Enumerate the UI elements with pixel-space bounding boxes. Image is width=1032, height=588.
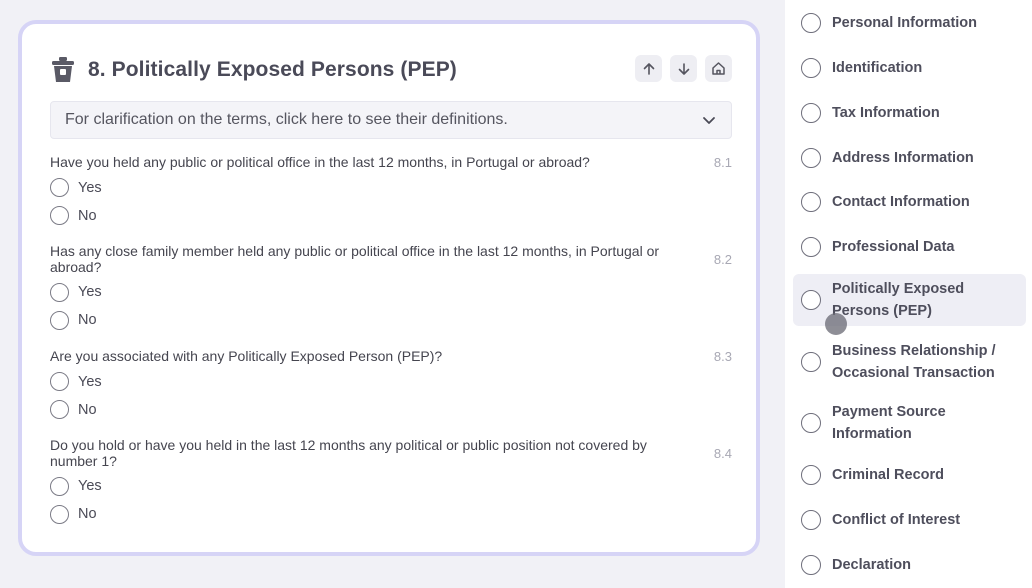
question-text: Do you hold or have you held in the last… <box>50 437 647 469</box>
radio-button[interactable] <box>801 555 821 575</box>
option-no[interactable]: No <box>50 202 732 230</box>
option-no[interactable]: No <box>50 396 732 424</box>
radio-button[interactable] <box>801 465 821 485</box>
option-label: No <box>78 312 97 328</box>
sidebar-item-payment-source[interactable]: Payment Source Information <box>793 400 1026 446</box>
question-text: Have you held any public or political of… <box>50 154 590 170</box>
option-label: No <box>78 207 97 224</box>
arrow-up-icon <box>643 62 654 75</box>
move-up-button[interactable] <box>635 55 662 82</box>
sidebar-item-label: Tax Information <box>832 105 940 121</box>
question-text: Has any close family member held any pub… <box>50 243 660 275</box>
radio-button[interactable] <box>50 178 69 197</box>
sidebar-item-label: Identification <box>832 60 923 76</box>
option-label: Yes <box>78 179 102 196</box>
radio-button[interactable] <box>50 310 69 330</box>
radio-button[interactable] <box>50 476 69 496</box>
sections-sidebar: Personal Information Identification Tax … <box>785 0 1032 588</box>
sidebar-item-business-relationship[interactable]: Business Relationship / Occasional Trans… <box>793 339 1026 385</box>
sidebar-item-label: Professional Data <box>832 239 955 255</box>
trash-icon <box>50 56 76 84</box>
option-label: No <box>78 401 97 418</box>
radio-button[interactable] <box>50 504 69 524</box>
question-8-2: Has any close family member held any pub… <box>50 243 732 334</box>
sidebar-item-label: Conflict of Interest <box>832 512 961 528</box>
question-number: 8.3 <box>713 349 732 364</box>
sidebar-item-identification[interactable]: Identification <box>793 56 1026 80</box>
option-yes[interactable]: Yes <box>50 472 732 500</box>
question-number: 8.4 <box>713 446 732 461</box>
option-label: Yes <box>78 373 102 390</box>
radio-button[interactable] <box>50 206 69 225</box>
sidebar-item-conflict-of-interest[interactable]: Conflict of Interest <box>793 508 1026 532</box>
radio-button[interactable] <box>50 372 69 391</box>
clarification-dropdown[interactable]: For clarification on the terms, click he… <box>50 101 732 139</box>
option-label: No <box>78 506 97 522</box>
radio-button[interactable] <box>801 192 821 212</box>
sidebar-item-declaration[interactable]: Declaration <box>793 553 1026 577</box>
radio-button[interactable] <box>50 400 69 419</box>
sidebar-item-label: Payment Source Information <box>832 404 946 442</box>
question-number: 8.2 <box>713 252 732 267</box>
radio-button[interactable] <box>801 13 821 33</box>
section-nav-buttons <box>635 55 732 82</box>
home-button[interactable] <box>705 55 732 82</box>
option-label: Yes <box>78 478 102 494</box>
sidebar-item-contact-information[interactable]: Contact Information <box>793 190 1026 214</box>
sidebar-item-label: Contact Information <box>832 194 970 210</box>
radio-button[interactable] <box>801 148 821 168</box>
question-8-1: Have you held any public or political of… <box>50 154 732 230</box>
sidebar-item-address-information[interactable]: Address Information <box>793 146 1026 170</box>
sidebar-item-label: Business Relationship / Occasional Trans… <box>832 343 996 381</box>
radio-button[interactable] <box>801 510 821 530</box>
option-yes[interactable]: Yes <box>50 174 732 202</box>
section-title: 8. Politically Exposed Persons (PEP) <box>88 58 457 81</box>
arrow-down-icon <box>678 62 689 75</box>
radio-button[interactable] <box>801 352 821 372</box>
move-down-button[interactable] <box>670 55 697 82</box>
option-yes[interactable]: Yes <box>50 278 732 306</box>
option-label: Yes <box>78 284 102 300</box>
sidebar-item-tax-information[interactable]: Tax Information <box>793 101 1026 125</box>
radio-button[interactable] <box>801 413 821 433</box>
chevron-down-icon <box>701 112 717 128</box>
radio-button[interactable] <box>801 290 821 310</box>
sidebar-item-label: Declaration <box>832 557 911 573</box>
question-8-4: Do you hold or have you held in the last… <box>50 437 732 528</box>
sidebar-item-criminal-record[interactable]: Criminal Record <box>793 463 1026 487</box>
radio-button[interactable] <box>801 103 821 123</box>
pep-section-card: 8. Politically Exposed Persons (PEP) For… <box>18 20 760 556</box>
sidebar-item-label: Address Information <box>832 150 974 166</box>
option-yes[interactable]: Yes <box>50 368 732 396</box>
option-no[interactable]: No <box>50 306 732 334</box>
sidebar-item-label: Personal Information <box>832 15 978 31</box>
sidebar-item-label: Politically Exposed Persons (PEP) <box>832 281 965 319</box>
question-8-3: Are you associated with any Politically … <box>50 348 732 424</box>
clarification-text: For clarification on the terms, click he… <box>65 111 508 128</box>
section-header: 8. Politically Exposed Persons (PEP) <box>50 50 732 90</box>
sidebar-item-label: Criminal Record <box>832 467 944 483</box>
home-icon <box>712 62 725 75</box>
sidebar-item-professional-data[interactable]: Professional Data <box>793 235 1026 259</box>
question-number: 8.1 <box>713 155 732 170</box>
radio-button[interactable] <box>801 237 821 257</box>
sidebar-item-personal-information[interactable]: Personal Information <box>793 11 1026 35</box>
option-no[interactable]: No <box>50 500 732 528</box>
question-text: Are you associated with any Politically … <box>50 348 443 364</box>
radio-button[interactable] <box>50 282 69 302</box>
radio-button[interactable] <box>801 58 821 78</box>
mouse-cursor <box>825 313 847 335</box>
